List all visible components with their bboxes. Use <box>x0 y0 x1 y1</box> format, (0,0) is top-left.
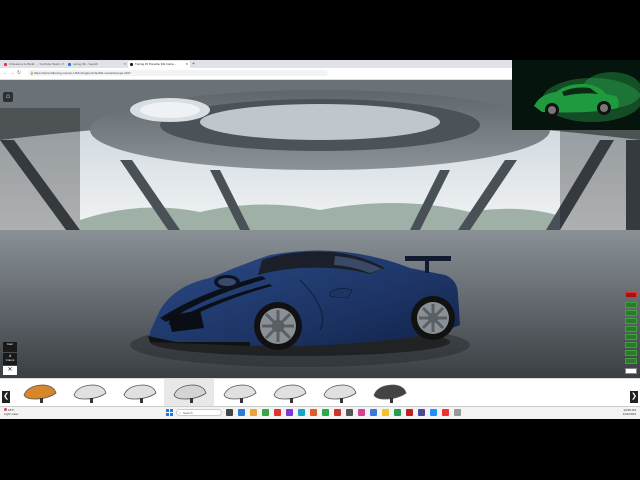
taskbar-app-icon[interactable] <box>358 409 365 416</box>
tool-button-2[interactable] <box>625 302 637 308</box>
preview-video-overlay[interactable] <box>512 60 640 130</box>
taskbar-app-icon[interactable] <box>418 409 425 416</box>
taskbar-app-icon[interactable] <box>322 409 329 416</box>
clock-date: 1/24/2023 <box>622 412 636 416</box>
camera-control[interactable]: Cam <box>3 342 17 352</box>
close-tab-icon[interactable]: ✕ <box>185 61 188 68</box>
tab-title: 3 Reasons to Build... - YouTube Studio <box>9 62 61 66</box>
close-tab-icon[interactable]: ✕ <box>123 61 126 68</box>
mirror-icon <box>23 384 57 403</box>
tool-button-8[interactable] <box>625 350 637 356</box>
mirror-icon <box>123 384 157 403</box>
taskbar-app-icon[interactable] <box>334 409 341 416</box>
taskbar-app-icon[interactable] <box>346 409 353 416</box>
tool-button-1[interactable] <box>625 292 637 298</box>
mirror-icon <box>273 384 307 403</box>
reload-icon[interactable]: ↻ <box>16 70 22 76</box>
tab-bar: 3 Reasons to Build... - YouTube Studio ✕… <box>0 60 512 68</box>
home-button[interactable]: ⌂ <box>3 92 13 102</box>
new-tab-button[interactable]: + <box>192 61 195 67</box>
tab-youtube-studio[interactable]: 3 Reasons to Build... - YouTube Studio ✕ <box>2 61 66 68</box>
close-control[interactable]: ✕ <box>3 366 17 375</box>
3dtuning-favicon-icon <box>130 63 133 66</box>
tab-title: tuning 3D - Search <box>73 62 99 66</box>
tool-button-6[interactable] <box>625 334 637 340</box>
tool-button-3[interactable] <box>625 310 637 316</box>
taskbar-app-icon[interactable] <box>430 409 437 416</box>
search-icon: ⌕ <box>179 411 181 415</box>
url-field[interactable]: 🔒 https://www.3dtuning.com/en-US/tuning/… <box>28 70 328 76</box>
tab-title: Tuning Of Porsche 911 Carre... <box>135 62 177 66</box>
search-favicon-icon <box>68 63 71 66</box>
tab-search[interactable]: tuning 3D - Search ✕ <box>66 61 128 68</box>
back-icon[interactable]: ← <box>2 70 8 76</box>
taskbar-app-icon[interactable] <box>382 409 389 416</box>
address-bar: ← → ↻ 🔒 https://www.3dtuning.com/en-US/t… <box>0 68 512 80</box>
tool-button-7[interactable] <box>625 342 637 348</box>
tool-button-9[interactable] <box>625 358 637 364</box>
next-part-button[interactable]: ❯ <box>630 391 638 403</box>
taskbar-app-icon[interactable] <box>238 409 245 416</box>
mirror-icon <box>173 384 207 403</box>
weather-desc: Light snow <box>4 412 19 416</box>
url-text: https://www.3dtuning.com/en-US/tuning/po… <box>34 71 131 75</box>
weather-widget[interactable]: 18°F Light snow <box>4 408 18 416</box>
close-tab-icon[interactable]: ✕ <box>61 61 64 68</box>
forward-icon[interactable]: → <box>9 70 15 76</box>
tool-button-4[interactable] <box>625 318 637 324</box>
camera-label: Cam <box>6 342 14 346</box>
taskbar-app-icon[interactable] <box>298 409 305 416</box>
taskbar-app-icon[interactable] <box>226 409 233 416</box>
windows-taskbar: 18°F Light snow ⌕ Search 10:58 AM 1/24/2… <box>0 406 640 419</box>
prev-part-button[interactable]: ❮ <box>2 391 10 403</box>
weather-icon <box>4 408 7 411</box>
taskbar-app-icon[interactable] <box>262 409 269 416</box>
mirror-icon <box>373 384 407 403</box>
youtube-favicon-icon <box>4 63 7 66</box>
taskbar-app-icon[interactable] <box>370 409 377 416</box>
lock-icon: 🔒 <box>30 71 34 75</box>
colors-label: Colors <box>5 358 15 362</box>
configurator-app: ⌂ Cam 4 Colors ✕ ❮ ❯ ORIGINALPORSCHE™ 91… <box>0 80 640 418</box>
tab-3dtuning[interactable]: Tuning Of Porsche 911 Carre... ✕ <box>128 61 190 68</box>
taskbar-app-icon[interactable] <box>394 409 401 416</box>
taskbar-search[interactable]: ⌕ Search <box>176 409 222 416</box>
taskbar-app-icon[interactable] <box>310 409 317 416</box>
taskbar-app-icon[interactable] <box>250 409 257 416</box>
mirror-icon <box>73 384 107 403</box>
taskbar-app-icon[interactable] <box>274 409 281 416</box>
taskbar-app-icon[interactable] <box>286 409 293 416</box>
windows-start-icon[interactable] <box>166 409 173 416</box>
colors-control[interactable]: 4 Colors <box>3 353 17 365</box>
close-icon: ✕ <box>7 367 13 373</box>
taskbar-app-icon[interactable] <box>442 409 449 416</box>
save-icon[interactable] <box>625 368 637 374</box>
tool-button-5[interactable] <box>625 326 637 332</box>
system-tray-clock[interactable]: 10:58 AM 1/24/2023 <box>623 408 636 416</box>
taskbar-app-icon[interactable] <box>454 409 461 416</box>
mirror-icon <box>223 384 257 403</box>
home-icon: ⌂ <box>5 93 11 100</box>
mirror-icon <box>323 384 357 403</box>
taskbar-app-icon[interactable] <box>406 409 413 416</box>
search-placeholder: Search <box>183 411 193 415</box>
